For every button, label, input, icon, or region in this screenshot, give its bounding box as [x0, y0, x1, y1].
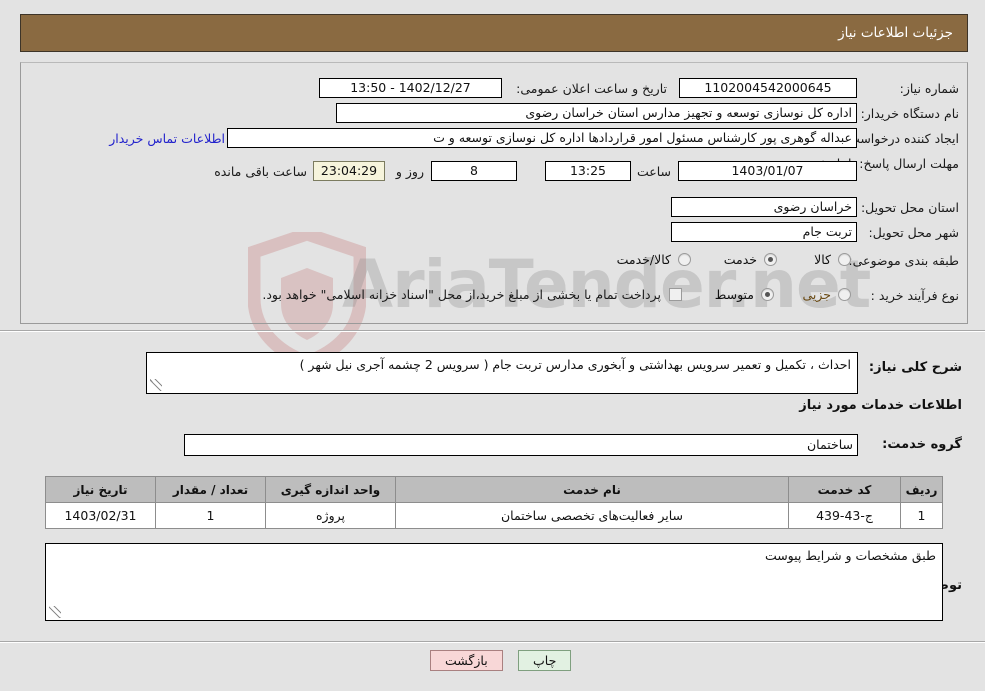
- back-button[interactable]: بازگشت: [430, 650, 503, 671]
- footer-bar: بازگشت چاپ: [0, 646, 985, 691]
- deadline-hour-label: ساعت: [636, 164, 671, 179]
- service-group-label: گروه خدمت:: [882, 437, 962, 452]
- resize-grip-icon[interactable]: [49, 606, 61, 618]
- delivery-city-value: تربت جام: [671, 222, 857, 242]
- resize-grip-icon[interactable]: [150, 379, 162, 391]
- need-details-panel: شرح کلی نیاز: احداث ، تکمیل و تعمیر سروی…: [20, 336, 968, 633]
- category-option-khedmat[interactable]: خدمت: [724, 252, 757, 267]
- buyer-org-label: نام دستگاه خریدار:: [860, 106, 959, 121]
- delivery-province-label: استان محل تحویل:: [860, 200, 959, 215]
- deadline-date: 1403/01/07: [678, 161, 857, 181]
- deadline-days-suffix: روز و: [395, 164, 424, 179]
- delivery-province-value: خراسان رضوی: [671, 197, 857, 217]
- purchase-radio-jozei[interactable]: [838, 288, 851, 301]
- treasury-note-text: پرداخت تمام یا بخشی از مبلغ خرید،از محل …: [262, 287, 661, 302]
- purchase-process-label: نوع فرآیند خرید :: [870, 288, 959, 303]
- page-title: جزئیات اطلاعات نیاز: [838, 25, 953, 41]
- services-table: ردیف کد خدمت نام خدمت واحد اندازه گیری ت…: [45, 476, 943, 529]
- purchase-radio-motavaset[interactable]: [761, 288, 774, 301]
- buyer-contact-link[interactable]: اطلاعات تماس خریدار: [109, 131, 225, 146]
- purchase-option-jozei[interactable]: جزیی: [802, 287, 831, 302]
- treasury-note-checkbox[interactable]: [669, 288, 682, 301]
- section-divider-top: [0, 330, 985, 332]
- cell-row: 1: [900, 502, 943, 529]
- requester-label: ایجاد کننده درخواست:: [843, 131, 959, 146]
- cell-need-date: 1403/02/31: [45, 502, 156, 529]
- header-bar: جزئیات اطلاعات نیاز: [20, 14, 968, 52]
- th-need-date: تاریخ نیاز: [45, 476, 156, 503]
- need-summary-label: شرح کلی نیاز:: [868, 360, 962, 375]
- cell-service-code: ج-43-439: [788, 502, 901, 529]
- category-radio-khedmat[interactable]: [764, 253, 777, 266]
- deadline-countdown-suffix: ساعت باقی مانده: [214, 164, 307, 179]
- deadline-days: 8: [431, 161, 517, 181]
- announce-datetime-value: 1402/12/27 - 13:50: [319, 78, 502, 98]
- purchase-option-motavaset[interactable]: متوسط: [715, 287, 754, 302]
- service-group-value: ساختمان: [184, 434, 858, 456]
- cell-service-name: سایر فعالیت‌های تخصصی ساختمان: [395, 502, 789, 529]
- cell-quantity: 1: [155, 502, 266, 529]
- buyer-notes-text: طبق مشخصات و شرایط پیوست: [764, 548, 936, 563]
- section-divider-bottom: [0, 641, 985, 643]
- need-summary-text: احداث ، تکمیل و تعمیر سرویس بهداشتی و آب…: [299, 357, 851, 372]
- deadline-label: مهلت ارسال پاسخ: تا تاریخ:: [814, 156, 959, 171]
- need-info-panel: شماره نیاز: 1102004542000645 تاریخ و ساع…: [20, 62, 968, 324]
- category-radio-kala[interactable]: [838, 253, 851, 266]
- need-number-label: شماره نیاز:: [899, 81, 959, 96]
- requester-value: عبداله گوهری پور کارشناس مسئول امور قرار…: [227, 128, 857, 148]
- buyer-org-value: اداره کل نوسازی توسعه و تجهیز مدارس استا…: [336, 103, 857, 123]
- services-section-title: اطلاعات خدمات مورد نیاز: [799, 398, 962, 413]
- category-label: طبقه بندی موضوعی:: [848, 253, 959, 268]
- table-row: 1 ج-43-439 سایر فعالیت‌های تخصصی ساختمان…: [45, 502, 943, 529]
- print-button[interactable]: چاپ: [518, 650, 572, 671]
- delivery-city-label: شهر محل تحویل:: [868, 225, 959, 240]
- th-service-name: نام خدمت: [395, 476, 789, 503]
- page-root: AriaTender.net جزئیات اطلاعات نیاز شماره…: [0, 0, 985, 691]
- cell-unit: پروژه: [265, 502, 396, 529]
- th-quantity: تعداد / مقدار: [155, 476, 266, 503]
- category-option-kala-khedmat[interactable]: کالا/خدمت: [617, 252, 671, 267]
- th-row: ردیف: [900, 476, 943, 503]
- th-unit: واحد اندازه گیری: [265, 476, 396, 503]
- category-option-kala[interactable]: کالا: [814, 252, 831, 267]
- th-service-code: کد خدمت: [788, 476, 901, 503]
- need-number-value: 1102004542000645: [679, 78, 857, 98]
- need-summary-value[interactable]: احداث ، تکمیل و تعمیر سرویس بهداشتی و آب…: [146, 352, 858, 394]
- announce-datetime-label: تاریخ و ساعت اعلان عمومی:: [516, 81, 667, 96]
- table-header-row: ردیف کد خدمت نام خدمت واحد اندازه گیری ت…: [45, 476, 943, 503]
- deadline-countdown: 23:04:29: [313, 161, 385, 181]
- category-radio-kala-khedmat[interactable]: [678, 253, 691, 266]
- buyer-notes-value[interactable]: طبق مشخصات و شرایط پیوست: [45, 543, 943, 621]
- deadline-hour: 13:25: [545, 161, 631, 181]
